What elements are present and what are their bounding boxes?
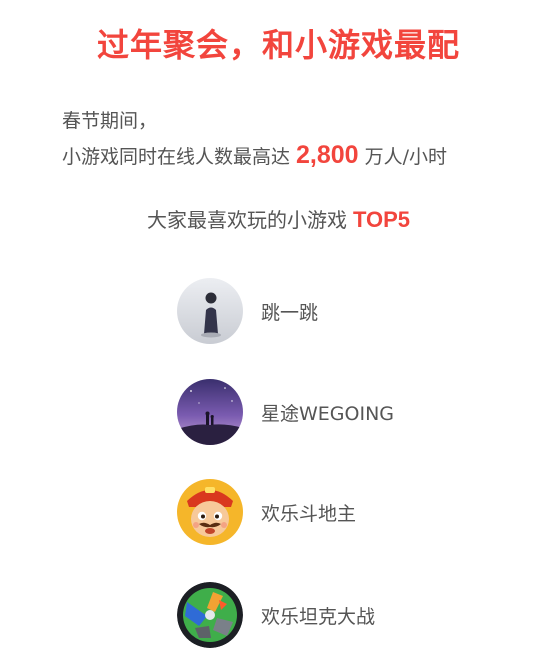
game-item-tank[interactable]: 欢乐坦克大战 (177, 582, 375, 648)
game-item-doudizhu[interactable]: 欢乐斗地主 (177, 479, 356, 545)
game-name: 欢乐坦克大战 (261, 605, 376, 628)
headline: 过年聚会，和小游戏最配 (96, 26, 460, 64)
game-item-wegoing[interactable]: 星途WEGOING (177, 379, 394, 445)
game-name: 星途WEGOING (261, 402, 395, 425)
intro-line-2-suffix: 万人/小时 (364, 146, 447, 168)
section-title-text: 大家最喜欢玩的小游戏 (146, 208, 347, 232)
intro-text: 春节期间， 小游戏同时在线人数最高达 2,800 万人/小时 (62, 104, 447, 174)
game-name: 跳一跳 (261, 301, 319, 324)
doudizhu-icon (177, 479, 243, 545)
intro-line-2-prefix: 小游戏同时在线人数最高达 (62, 146, 291, 168)
game-item-tiaoyitiao[interactable]: 跳一跳 (177, 278, 318, 344)
peak-online-value: 2,800 (296, 141, 359, 169)
section-title-highlight: TOP5 (352, 207, 411, 232)
game-name: 欢乐斗地主 (261, 502, 357, 525)
intro-line-1: 春节期间， (62, 110, 158, 132)
tank-icon (177, 582, 243, 648)
tiaoyitiao-icon (177, 278, 243, 344)
intro-line-2: 小游戏同时在线人数最高达 2,800 万人/小时 (62, 138, 447, 174)
section-title: 大家最喜欢玩的小游戏 TOP5 (0, 204, 557, 233)
wegoing-icon (177, 379, 243, 445)
